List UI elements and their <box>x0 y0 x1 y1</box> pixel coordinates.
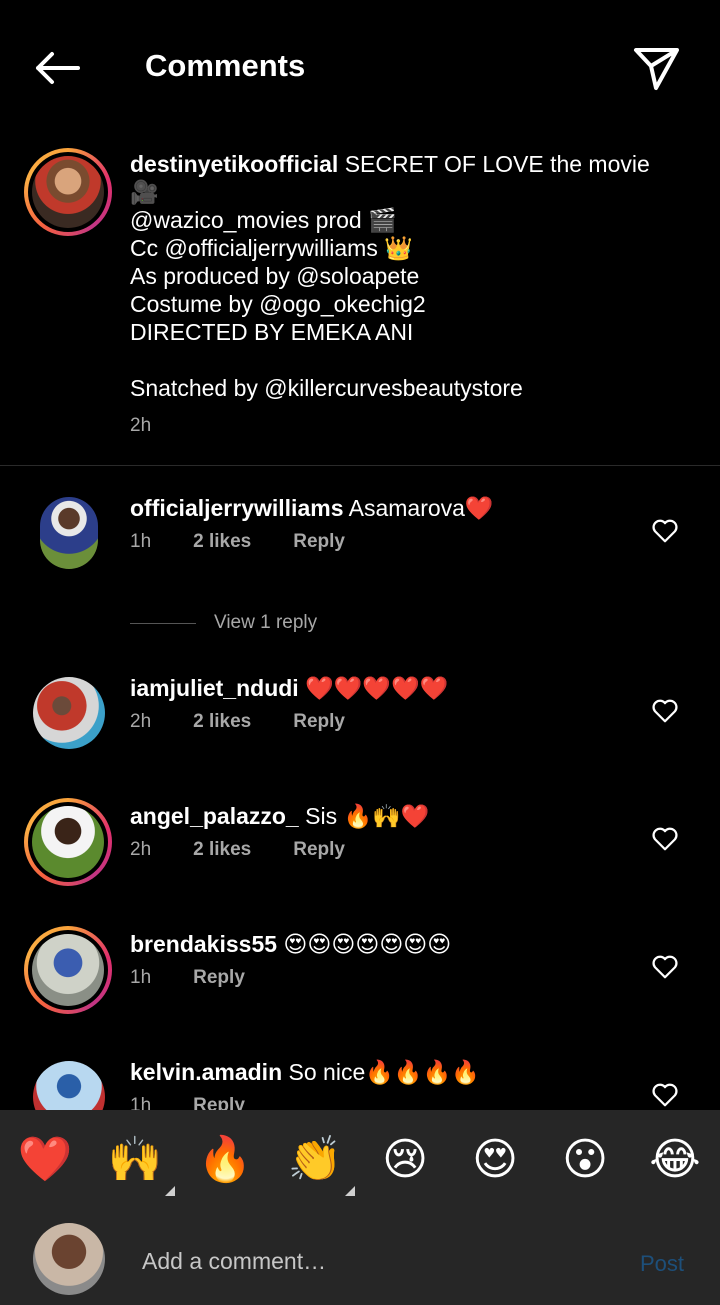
emoji-crying-button[interactable]: 😢 <box>375 1130 435 1190</box>
heart-outline-icon <box>652 955 678 979</box>
heart-outline-icon <box>652 827 678 851</box>
reply-thread-line <box>130 622 196 624</box>
caption-line <box>130 346 670 374</box>
comment-username[interactable]: kelvin.amadin <box>130 1059 282 1085</box>
emoji-laughing-button[interactable]: 😂 <box>645 1130 705 1190</box>
page-title: Comments <box>145 48 306 83</box>
divider <box>0 465 720 466</box>
view-replies-label: View 1 reply <box>214 612 318 633</box>
caption-line: Cc @officialjerrywilliams 👑 <box>130 235 413 261</box>
comment-time: 2h <box>130 839 152 860</box>
author-avatar <box>32 156 104 228</box>
comment-username[interactable]: iamjuliet_ndudi <box>130 675 299 701</box>
reply-button[interactable]: Reply <box>293 711 345 733</box>
current-user-avatar <box>33 1223 105 1295</box>
caption-first-line: SECRET OF LOVE the movie <box>344 151 650 177</box>
comment-time: 1h <box>130 531 152 552</box>
like-button[interactable] <box>650 823 680 853</box>
reply-button[interactable]: Reply <box>293 531 345 553</box>
emoji-clapping-label: 👏 <box>287 1135 343 1184</box>
comment-text: Asamarova❤️ <box>348 495 494 521</box>
emoji-quick-bar: ❤️ 🙌 🔥 👏 😢 😍 😮 😂 <box>0 1110 720 1215</box>
comment-text: 😍😍😍😍😍😍😍 <box>283 931 452 957</box>
skin-tone-indicator <box>165 1186 175 1196</box>
caption-line: DIRECTED BY EMEKA ANI <box>130 319 414 345</box>
arrow-left-icon <box>36 52 80 84</box>
comment-likes[interactable]: 2 likes <box>193 531 251 553</box>
emoji-raising-hands-button[interactable]: 🙌 <box>105 1130 175 1196</box>
emoji-heart-eyes-button[interactable]: 😍 <box>465 1130 525 1190</box>
heart-outline-icon <box>652 519 678 543</box>
back-button[interactable] <box>30 44 82 92</box>
reply-button[interactable]: Reply <box>193 967 245 989</box>
post-caption: destinyetikoofficial SECRET OF LOVE the … <box>130 150 670 402</box>
emoji-surprised-button[interactable]: 😮 <box>555 1130 615 1190</box>
comment-composer: Post <box>0 1215 720 1305</box>
comment-input[interactable] <box>140 1239 604 1283</box>
comment-likes[interactable]: 2 likes <box>193 839 251 861</box>
emoji-clapping-button[interactable]: 👏 <box>285 1130 355 1196</box>
comment-username[interactable]: angel_palazzo_ <box>130 803 299 829</box>
comment-username[interactable]: brendakiss55 <box>130 931 277 957</box>
caption-line: Snatched by @killercurvesbeautystore <box>130 375 523 401</box>
like-button[interactable] <box>650 515 680 545</box>
header: Comments <box>0 0 720 130</box>
skin-tone-indicator <box>345 1186 355 1196</box>
comment-time: 1h <box>130 967 152 988</box>
post-button[interactable]: Post <box>640 1251 684 1277</box>
commenter-avatar <box>32 934 104 1006</box>
comment-likes[interactable]: 2 likes <box>193 711 251 733</box>
emoji-fire-button[interactable]: 🔥 <box>195 1130 255 1190</box>
emoji-raising-hands-label: 🙌 <box>107 1135 163 1184</box>
caption-time: 2h <box>130 415 152 436</box>
caption-line: 🎥 <box>130 179 159 205</box>
reply-button[interactable]: Reply <box>293 839 345 861</box>
caption-line: Costume by @ogo_okechig2 <box>130 291 426 317</box>
heart-outline-icon <box>652 1083 678 1107</box>
heart-outline-icon <box>652 699 678 723</box>
comment-username[interactable]: officialjerrywilliams <box>130 495 343 521</box>
commenter-avatar[interactable] <box>40 497 98 569</box>
caption-line: @wazico_movies prod 🎬 <box>130 207 397 233</box>
share-button[interactable] <box>630 42 682 94</box>
like-button[interactable] <box>650 1079 680 1109</box>
like-button[interactable] <box>650 695 680 725</box>
comment-text: ❤️❤️❤️❤️❤️ <box>305 675 449 701</box>
caption-line: As produced by @soloapete <box>130 263 420 289</box>
commenter-story-ring[interactable] <box>24 798 112 886</box>
comment-text: Sis 🔥🙌❤️ <box>305 803 430 829</box>
commenter-avatar <box>32 806 104 878</box>
view-replies-button[interactable]: View 1 reply <box>130 608 317 638</box>
send-icon <box>634 48 679 90</box>
commenter-avatar[interactable] <box>33 677 105 749</box>
emoji-heart-button[interactable]: ❤️ <box>15 1130 75 1190</box>
comment-time: 2h <box>130 711 152 732</box>
author-story-ring[interactable] <box>24 148 112 236</box>
comment-text: So nice🔥🔥🔥🔥 <box>288 1059 480 1085</box>
like-button[interactable] <box>650 951 680 981</box>
caption-username[interactable]: destinyetikoofficial <box>130 151 338 177</box>
commenter-story-ring[interactable] <box>24 926 112 1014</box>
